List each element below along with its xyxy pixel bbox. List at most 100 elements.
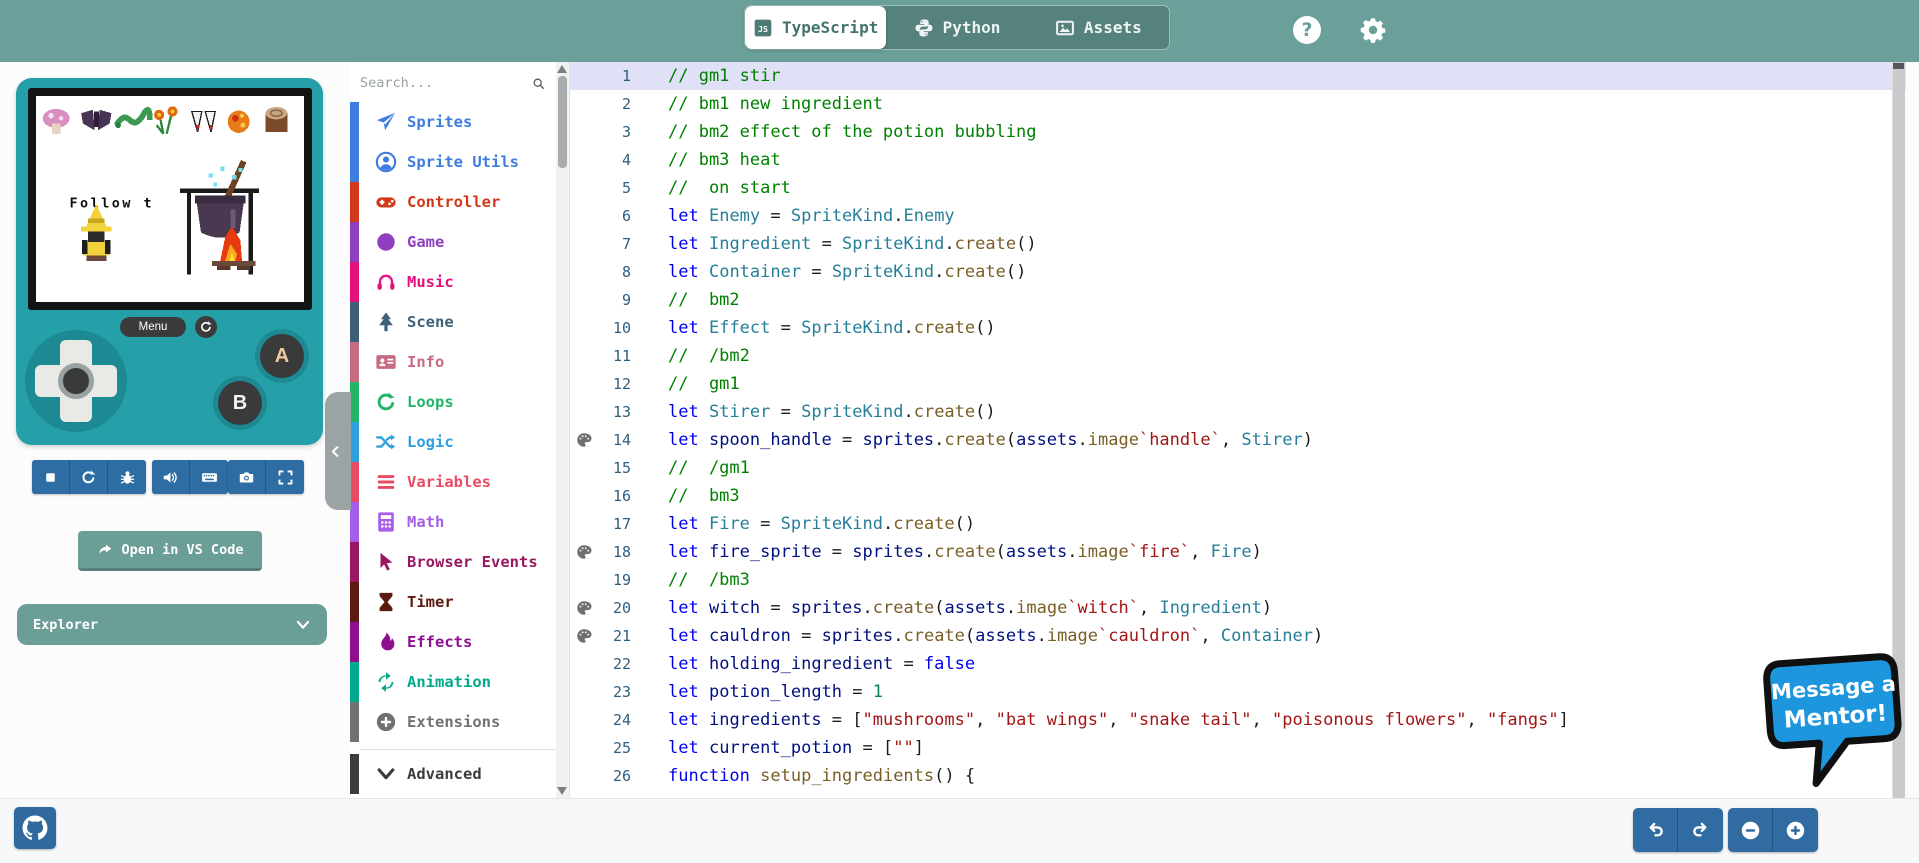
code-line-22[interactable]: 22let holding_ingredient = false — [570, 650, 1906, 678]
line-number: 15 — [570, 454, 631, 482]
toolbox-item-controller[interactable]: Controller — [350, 182, 558, 222]
settings-button[interactable] — [1359, 16, 1387, 44]
code-line-9[interactable]: 9// bm2 — [570, 286, 1906, 314]
toolbox-item-label: Effects — [407, 633, 472, 651]
sim-button-a[interactable]: A — [255, 329, 309, 383]
category-color-strip — [350, 662, 359, 702]
toolbox-item-info[interactable]: Info — [350, 342, 558, 382]
toolbox-item-loops[interactable]: Loops — [350, 382, 558, 422]
code-line-20[interactable]: 20let witch = sprites.create(assets.imag… — [570, 594, 1906, 622]
toolbox-item-extensions[interactable]: Extensions — [350, 702, 558, 742]
code-line-4[interactable]: 4// bm3 heat — [570, 146, 1906, 174]
code-line-5[interactable]: 5// on start — [570, 174, 1906, 202]
sim-keyboard-button[interactable] — [190, 460, 228, 494]
dpad-center[interactable] — [58, 363, 94, 399]
toolbox-divider — [360, 749, 558, 750]
toolbox-item-sprite-utils[interactable]: Sprite Utils — [350, 142, 558, 182]
code-line-13[interactable]: 13let Stirer = SpriteKind.create() — [570, 398, 1906, 426]
code-line-24[interactable]: 24let ingredients = ["mushrooms", "bat w… — [570, 706, 1906, 734]
chevron-left-icon — [329, 445, 342, 458]
toolbox-item-scene[interactable]: Scene — [350, 302, 558, 342]
help-button[interactable]: ? — [1293, 16, 1321, 44]
code-line-14[interactable]: 14let spoon_handle = sprites.create(asse… — [570, 426, 1906, 454]
toolbox-item-variables[interactable]: Variables — [350, 462, 558, 502]
sim-toolbar-group — [228, 460, 304, 494]
github-button[interactable] — [14, 807, 56, 849]
code-text: // bm2 — [668, 286, 740, 314]
sim-refresh-button[interactable] — [195, 316, 217, 338]
code-line-17[interactable]: 17let Fire = SpriteKind.create() — [570, 510, 1906, 538]
tab-typescript[interactable]: JSTypeScript — [745, 6, 886, 49]
sim-button-b[interactable]: B — [213, 376, 267, 430]
line-number: 6 — [570, 202, 631, 230]
code-line-3[interactable]: 3// bm2 effect of the potion bubbling — [570, 118, 1906, 146]
message-mentor-button[interactable]: Message a Mentor! — [1763, 650, 1908, 790]
headphones-icon — [375, 271, 397, 293]
sim-restart-button[interactable] — [70, 460, 108, 494]
zoom-out-button[interactable] — [1728, 808, 1773, 852]
code-editor[interactable]: 1// gm1 stir2// bm1 new ingredient3// bm… — [569, 62, 1905, 798]
tab-python[interactable]: Python — [886, 6, 1027, 49]
search-input[interactable] — [360, 75, 532, 91]
sim-fullscreen-button[interactable] — [266, 460, 304, 494]
code-line-6[interactable]: 6let Enemy = SpriteKind.Enemy — [570, 202, 1906, 230]
toolbox-item-music[interactable]: Music — [350, 262, 558, 302]
code-line-23[interactable]: 23let potion_length = 1 — [570, 678, 1906, 706]
line-number: 4 — [570, 146, 631, 174]
code-line-16[interactable]: 16// bm3 — [570, 482, 1906, 510]
toolbox-item-math[interactable]: Math — [350, 502, 558, 542]
toolbox-item-timer[interactable]: Timer — [350, 582, 558, 622]
code-line-2[interactable]: 2// bm1 new ingredient — [570, 90, 1906, 118]
code-line-8[interactable]: 8let Container = SpriteKind.create() — [570, 258, 1906, 286]
sim-debug-button[interactable] — [108, 460, 146, 494]
toolbox-item-animation[interactable]: Animation — [350, 662, 558, 702]
code-line-19[interactable]: 19// /bm3 — [570, 566, 1906, 594]
line-number: 19 — [570, 566, 631, 594]
undo-button[interactable] — [1633, 808, 1678, 852]
sim-camera-button[interactable] — [228, 460, 266, 494]
toolbox-item-effects[interactable]: Effects — [350, 622, 558, 662]
code-text: // bm2 effect of the potion bubbling — [668, 118, 1036, 146]
code-line-11[interactable]: 11// /bm2 — [570, 342, 1906, 370]
scroll-up-arrow[interactable] — [557, 65, 567, 73]
code-line-12[interactable]: 12// gm1 — [570, 370, 1906, 398]
code-line-15[interactable]: 15 // /gm1 — [570, 454, 1906, 482]
code-line-10[interactable]: 10let Effect = SpriteKind.create() — [570, 314, 1906, 342]
sim-dpad[interactable] — [25, 330, 127, 432]
toolbox-item-label: Variables — [407, 473, 491, 491]
code-text: let current_potion = [""] — [668, 734, 924, 762]
code-line-25[interactable]: 25let current_potion = [""] — [570, 734, 1906, 762]
scroll-down-arrow[interactable] — [557, 787, 567, 795]
sim-stop-button[interactable] — [32, 460, 70, 494]
code-line-18[interactable]: 18let fire_sprite = sprites.create(asset… — [570, 538, 1906, 566]
code-text: // /gm1 — [668, 454, 750, 482]
simulator-collapse-handle[interactable] — [325, 392, 351, 510]
loop-icon — [375, 391, 397, 413]
code-line-26[interactable]: 26function setup_ingredients() { — [570, 762, 1906, 790]
line-number: 14 — [570, 426, 631, 454]
toolbox-item-browser-events[interactable]: Browser Events — [350, 542, 558, 582]
plus-circle-icon — [375, 711, 397, 733]
tab-assets[interactable]: Assets — [1028, 6, 1169, 49]
simulator-screen: Follow t — [28, 88, 312, 310]
cursor-icon — [375, 551, 397, 573]
code-line-21[interactable]: 21let cauldron = sprites.create(assets.i… — [570, 622, 1906, 650]
open-vscode-button[interactable]: Open in VS Code — [78, 531, 262, 571]
toolbox-item-logic[interactable]: Logic — [350, 422, 558, 462]
code-text: let Fire = SpriteKind.create() — [668, 510, 975, 538]
zoom-in-button[interactable] — [1773, 808, 1818, 852]
explorer-dropdown[interactable]: Explorer — [17, 604, 327, 645]
toolbox-item-advanced[interactable]: Advanced — [350, 754, 558, 794]
code-line-7[interactable]: 7let Ingredient = SpriteKind.create() — [570, 230, 1906, 258]
toolbox-scrollbar[interactable] — [556, 62, 569, 798]
code-text: let Effect = SpriteKind.create() — [668, 314, 996, 342]
sim-volume-button[interactable] — [152, 460, 190, 494]
scrollbar-thumb[interactable] — [558, 76, 567, 168]
witch-sprite — [81, 204, 111, 261]
code-line-1[interactable]: 1// gm1 stir — [570, 62, 1906, 90]
redo-button[interactable] — [1678, 808, 1723, 852]
sim-menu-button[interactable]: Menu — [120, 317, 186, 337]
calculator-icon — [375, 511, 397, 533]
toolbox-item-sprites[interactable]: Sprites — [350, 102, 558, 142]
toolbox-item-game[interactable]: Game — [350, 222, 558, 262]
